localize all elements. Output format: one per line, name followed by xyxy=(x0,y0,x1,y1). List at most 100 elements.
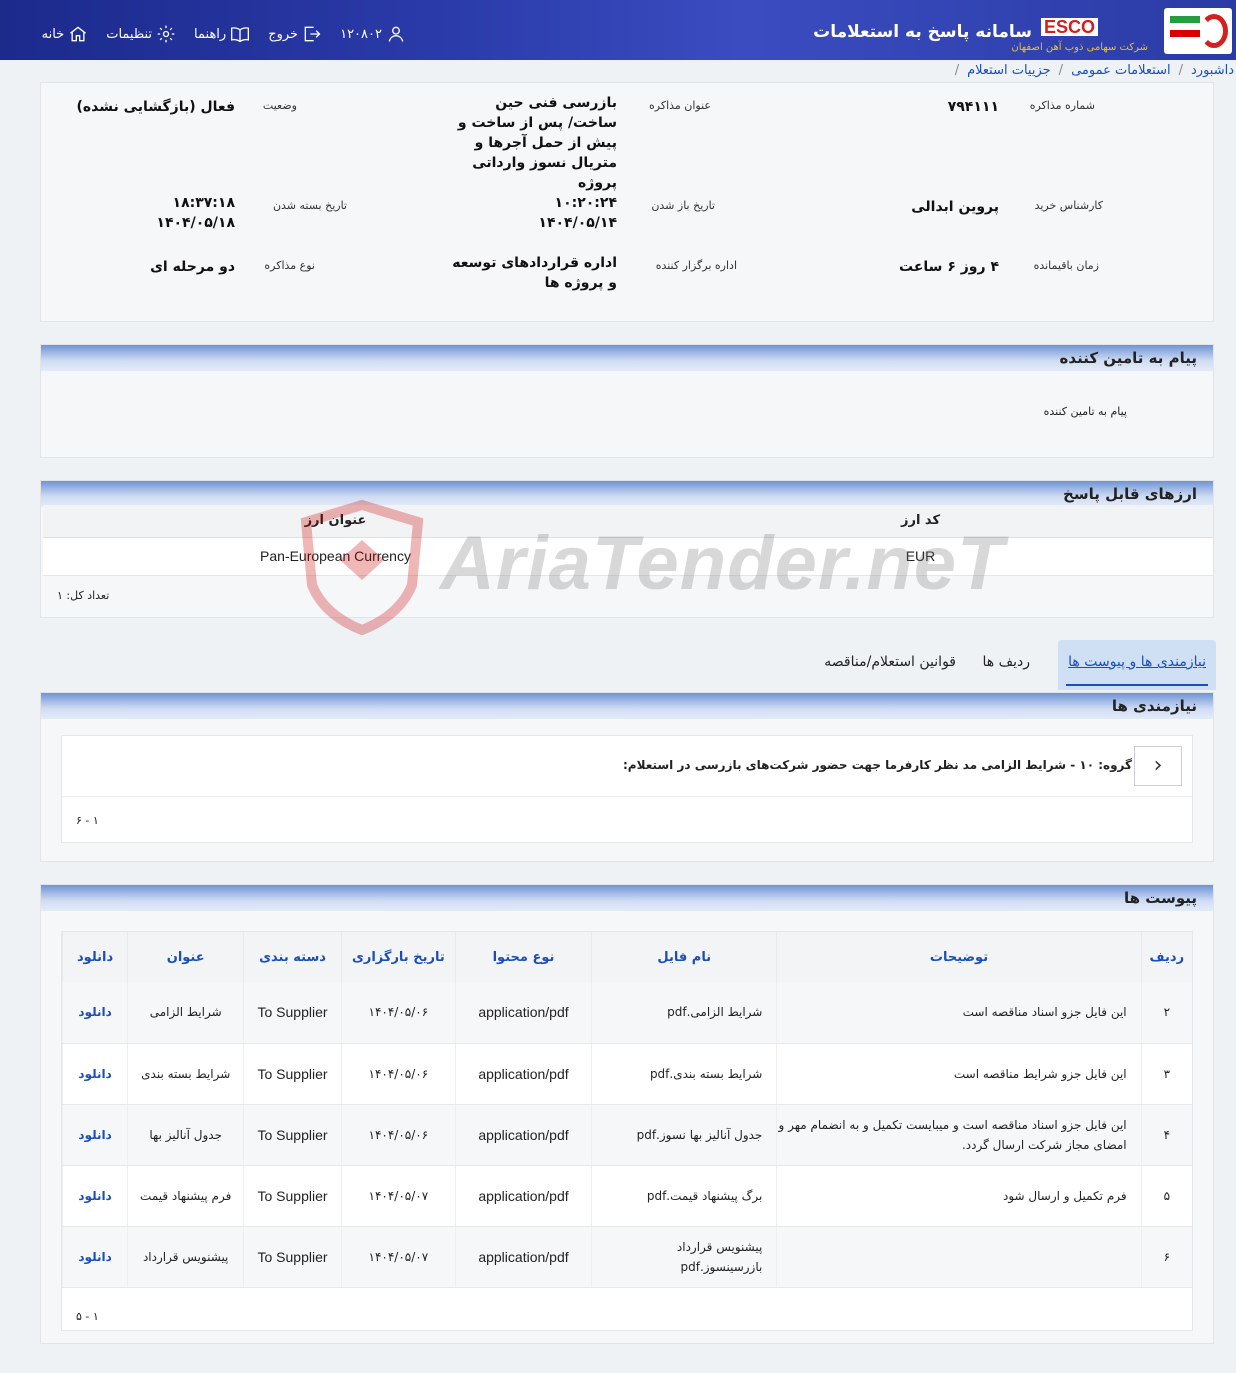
cell-date: ۱۴۰۴/۰۵/۰۶ xyxy=(340,982,456,1044)
title-label: عنوان مذاکره xyxy=(649,99,711,112)
org-value: اداره قراردادهای توسعه و پروژه ها xyxy=(452,255,617,291)
cell-mime: application/pdf xyxy=(454,1226,592,1288)
table-row: ۵ فرم تکمیل و ارسال شود برگ پیشنهاد قیمت… xyxy=(61,1165,1192,1227)
col-name[interactable]: نام فایل xyxy=(591,932,777,982)
cell-desc: این فایل جزو اسناد مناقصه است xyxy=(776,982,1142,1044)
currency-title: Pan-European Currency xyxy=(43,537,628,576)
breadcrumb-separator: / xyxy=(1178,62,1183,78)
nav-logout-label: خروج xyxy=(268,26,299,42)
download-link[interactable]: دانلود xyxy=(61,1043,128,1105)
expert-value: پروین ابدالی xyxy=(911,199,999,215)
attachments-panel: پیوست ها ردیف توضیحات نام فایل نوع محتوا… xyxy=(40,884,1214,1344)
brand-subtitle: شرکت سهامی ذوب آهن اصفهان xyxy=(1011,42,1148,53)
attachments-pager: ۱ - ۵ xyxy=(76,1310,99,1323)
brand-esco: ESCO xyxy=(1040,18,1098,36)
cell-row: ۳ xyxy=(1140,1043,1192,1105)
col-mime[interactable]: نوع محتوا xyxy=(454,932,592,982)
col-title[interactable]: عنوان xyxy=(127,932,244,982)
type-value: دو مرحله ای xyxy=(150,259,235,275)
message-label: پیام به تامین کننده xyxy=(1043,405,1127,418)
expert-label: کارشناس خرید xyxy=(1034,199,1103,212)
chevron-left-icon[interactable]: ‹ xyxy=(1134,746,1182,786)
cell-title: شرایط الزامی xyxy=(127,982,244,1044)
needs-box: ‹ گروه: ۱۰ - شرایط الزامی مد نظر کارفرما… xyxy=(61,735,1193,843)
download-link[interactable]: دانلود xyxy=(61,1165,128,1227)
panel-title: پیوست ها xyxy=(41,885,1213,911)
cell-title: پیشنویس قرارداد xyxy=(127,1226,244,1288)
col-currency-code[interactable]: کد ارز xyxy=(628,505,1213,538)
currency-code: EUR xyxy=(628,537,1213,576)
download-link[interactable]: دانلود xyxy=(61,982,128,1044)
org-label: اداره برگزار کننده xyxy=(655,259,737,272)
cell-mime: application/pdf xyxy=(454,982,592,1044)
company-logo xyxy=(1164,8,1232,54)
needs-group-title[interactable]: گروه: ۱۰ - شرایط الزامی مد نظر کارفرما ج… xyxy=(623,758,1132,772)
cell-category: To Supplier xyxy=(243,1104,342,1166)
col-category[interactable]: دسته بندی xyxy=(243,932,342,982)
cell-title: شرایط بسته بندی xyxy=(127,1043,244,1105)
book-icon xyxy=(231,27,250,43)
download-link[interactable]: دانلود xyxy=(61,1226,128,1288)
col-row[interactable]: ردیف xyxy=(1140,932,1192,982)
breadcrumb-detail[interactable]: جزییات استعلام xyxy=(967,63,1051,78)
number-label: شماره مذاکره xyxy=(1029,99,1095,112)
cell-name: شرایط بسته بندی.pdf xyxy=(591,1043,777,1105)
open-date: ۱۴۰۴/۰۵/۱۴ xyxy=(538,215,617,231)
nav-guide[interactable]: راهنما xyxy=(194,24,250,44)
nav-settings[interactable]: تنظیمات xyxy=(106,24,176,44)
top-header: ESCO شرکت سهامی ذوب آهن اصفهان سامانه پا… xyxy=(0,0,1236,60)
cell-category: To Supplier xyxy=(243,1043,342,1105)
attachments-table: ردیف توضیحات نام فایل نوع محتوا تاریخ با… xyxy=(61,932,1192,1288)
needs-panel: نیازمندی ها ‹ گروه: ۱۰ - شرایط الزامی مد… xyxy=(40,692,1214,862)
breadcrumb-separator: / xyxy=(1058,62,1064,78)
tender-detail-panel: شماره مذاکره ۷۹۴۱۱۱ عنوان مذاکره بازرسی … xyxy=(40,82,1214,322)
nav-settings-label: تنظیمات xyxy=(106,26,153,42)
cell-date: ۱۴۰۴/۰۵/۰۷ xyxy=(340,1165,456,1227)
col-date[interactable]: تاریخ بارگزاری xyxy=(340,932,456,982)
table-row: ۴ این فایل جزو اسناد مناقصه است و میبایس… xyxy=(61,1104,1192,1166)
download-link[interactable]: دانلود xyxy=(61,1104,128,1166)
cell-category: To Supplier xyxy=(243,1165,342,1227)
nav-logout[interactable]: خروج xyxy=(268,24,322,44)
brand-area: ESCO شرکت سهامی ذوب آهن اصفهان سامانه پا… xyxy=(796,0,1236,60)
tab-rows[interactable]: ردیف ها xyxy=(983,654,1030,670)
tab-needs-attachments[interactable]: نیازمندی ها و پیوست ها xyxy=(1058,640,1216,690)
top-nav: خانه تنظیمات راهنما خروج ۱۲۰۸۰۲ xyxy=(24,22,406,46)
cell-title: فرم پیشنهاد قیمت xyxy=(127,1165,244,1227)
table-row[interactable]: EUR Pan-European Currency xyxy=(43,537,1213,576)
col-desc[interactable]: توضیحات xyxy=(776,932,1142,982)
nav-home[interactable]: خانه xyxy=(42,24,89,44)
nav-user[interactable]: ۱۲۰۸۰۲ xyxy=(340,24,406,44)
tab-bar: نیازمندی ها و پیوست ها ردیف ها قوانین اس… xyxy=(40,640,1216,690)
cell-desc: فرم تکمیل و ارسال شود xyxy=(776,1165,1142,1227)
tab-rules[interactable]: قوانین استعلام/مناقصه xyxy=(824,654,956,670)
cell-mime: application/pdf xyxy=(454,1043,592,1105)
cell-mime: application/pdf xyxy=(454,1104,592,1166)
open-date-label: تاریخ باز شدن xyxy=(651,199,715,212)
system-title: سامانه پاسخ به استعلامات xyxy=(813,22,1032,42)
col-currency-title[interactable]: عنوان ارز xyxy=(43,505,628,538)
col-download[interactable]: دانلود xyxy=(61,932,128,982)
iran-flag-icon xyxy=(1170,16,1200,38)
close-time: ۱۸:۳۷:۱۸ xyxy=(172,195,235,211)
breadcrumb-dashboard[interactable]: داشبورد xyxy=(1191,63,1234,78)
type-label: نوع مذاکره xyxy=(264,259,315,272)
nav-guide-label: راهنما xyxy=(194,26,227,42)
remain-value: ۴ روز ۶ ساعت xyxy=(899,259,999,275)
breadcrumb-separator: / xyxy=(954,62,960,78)
cell-desc xyxy=(776,1226,1142,1288)
title-value: بازرسی فنی حین ساخت/ پس از ساخت و پیش از… xyxy=(457,95,617,191)
panel-title: ارزهای قابل پاسخ xyxy=(41,481,1213,507)
cell-date: ۱۴۰۴/۰۵/۰۶ xyxy=(340,1043,456,1105)
cell-date: ۱۴۰۴/۰۵/۰۷ xyxy=(340,1226,456,1288)
total-count: تعداد کل: ۱ xyxy=(57,589,110,602)
cell-desc: این فایل جزو شرایط مناقصه است xyxy=(776,1043,1142,1105)
open-time: ۱۰:۲۰:۲۴ xyxy=(554,195,617,211)
cell-row: ۶ xyxy=(1140,1226,1192,1288)
nav-home-label: خانه xyxy=(41,26,65,42)
cell-date: ۱۴۰۴/۰۵/۰۶ xyxy=(340,1104,456,1166)
table-row: ۳ این فایل جزو شرایط مناقصه است شرایط بس… xyxy=(61,1043,1192,1105)
breadcrumb-public[interactable]: استعلامات عمومی xyxy=(1071,63,1171,78)
attachments-box: ردیف توضیحات نام فایل نوع محتوا تاریخ با… xyxy=(61,931,1193,1331)
cell-name: برگ پیشنهاد قیمت.pdf xyxy=(591,1165,777,1227)
